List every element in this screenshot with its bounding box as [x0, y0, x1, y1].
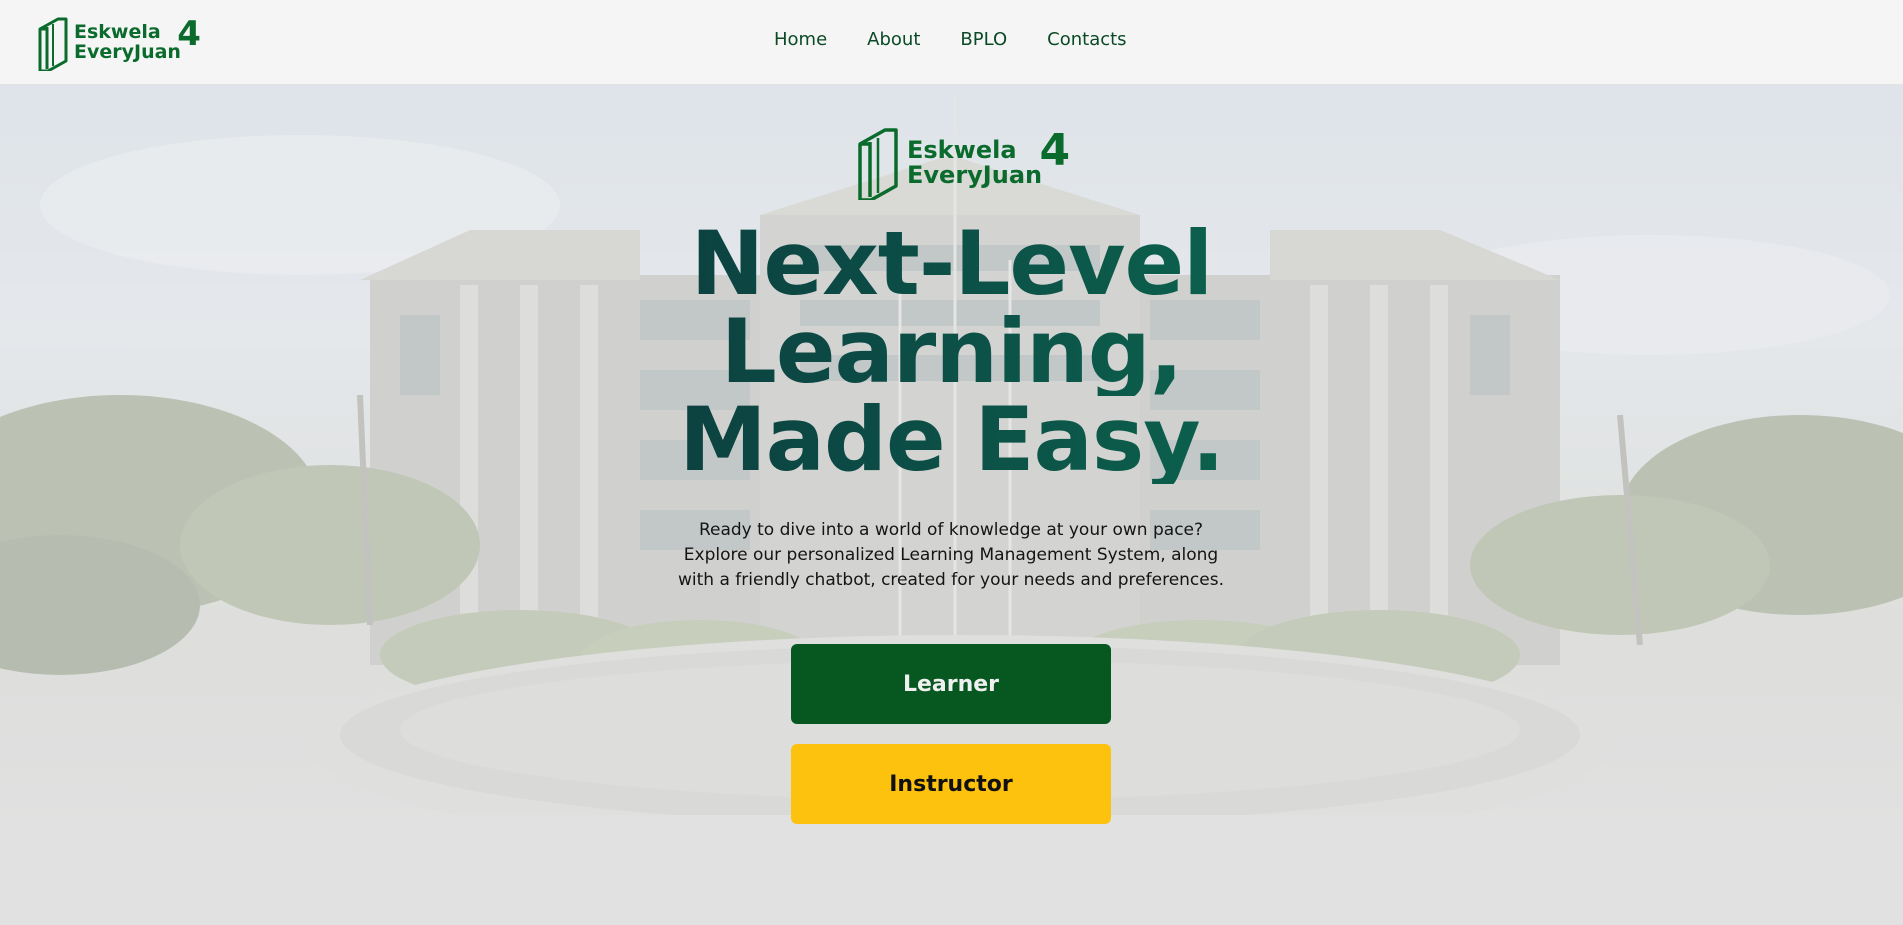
- hero-logo-line2: EveryJuan: [907, 161, 1043, 189]
- book-icon: [38, 17, 68, 71]
- hero-logo-wordmark: Eskwela EveryJuan 4: [907, 127, 1070, 189]
- learner-button[interactable]: Learner: [791, 644, 1111, 724]
- hero-logo-number: 4: [1039, 124, 1071, 176]
- top-navbar: Eskwela EveryJuan 4 Home About BPLO Cont…: [0, 0, 1903, 85]
- nav-contacts[interactable]: Contacts: [1047, 29, 1126, 50]
- nav-about[interactable]: About: [867, 29, 920, 50]
- nav-home[interactable]: Home: [774, 29, 827, 50]
- brand-logo[interactable]: Eskwela EveryJuan 4: [36, 15, 201, 71]
- headline-line-2: Learning,: [0, 308, 1903, 396]
- brand-number: 4: [177, 14, 201, 55]
- brand-line2: EveryJuan: [74, 41, 181, 63]
- main-nav: Home About BPLO Contacts: [774, 29, 1127, 50]
- brand-line1: Eskwela: [74, 21, 161, 44]
- headline-line-1: Next-Level: [0, 220, 1903, 308]
- instructor-button[interactable]: Instructor: [791, 744, 1111, 824]
- headline-line-3: Made Easy.: [0, 396, 1903, 484]
- hero-logo-line1: Eskwela: [907, 135, 1017, 164]
- hero-headline: Next-Level Learning, Made Easy.: [0, 220, 1903, 484]
- hero-description: Ready to dive into a world of knowledge …: [678, 520, 1224, 590]
- nav-bplo[interactable]: BPLO: [960, 29, 1007, 50]
- brand-wordmark: Eskwela EveryJuan 4: [74, 16, 201, 63]
- book-icon: [858, 128, 898, 200]
- hero-logo: Eskwela EveryJuan 4: [855, 126, 1070, 200]
